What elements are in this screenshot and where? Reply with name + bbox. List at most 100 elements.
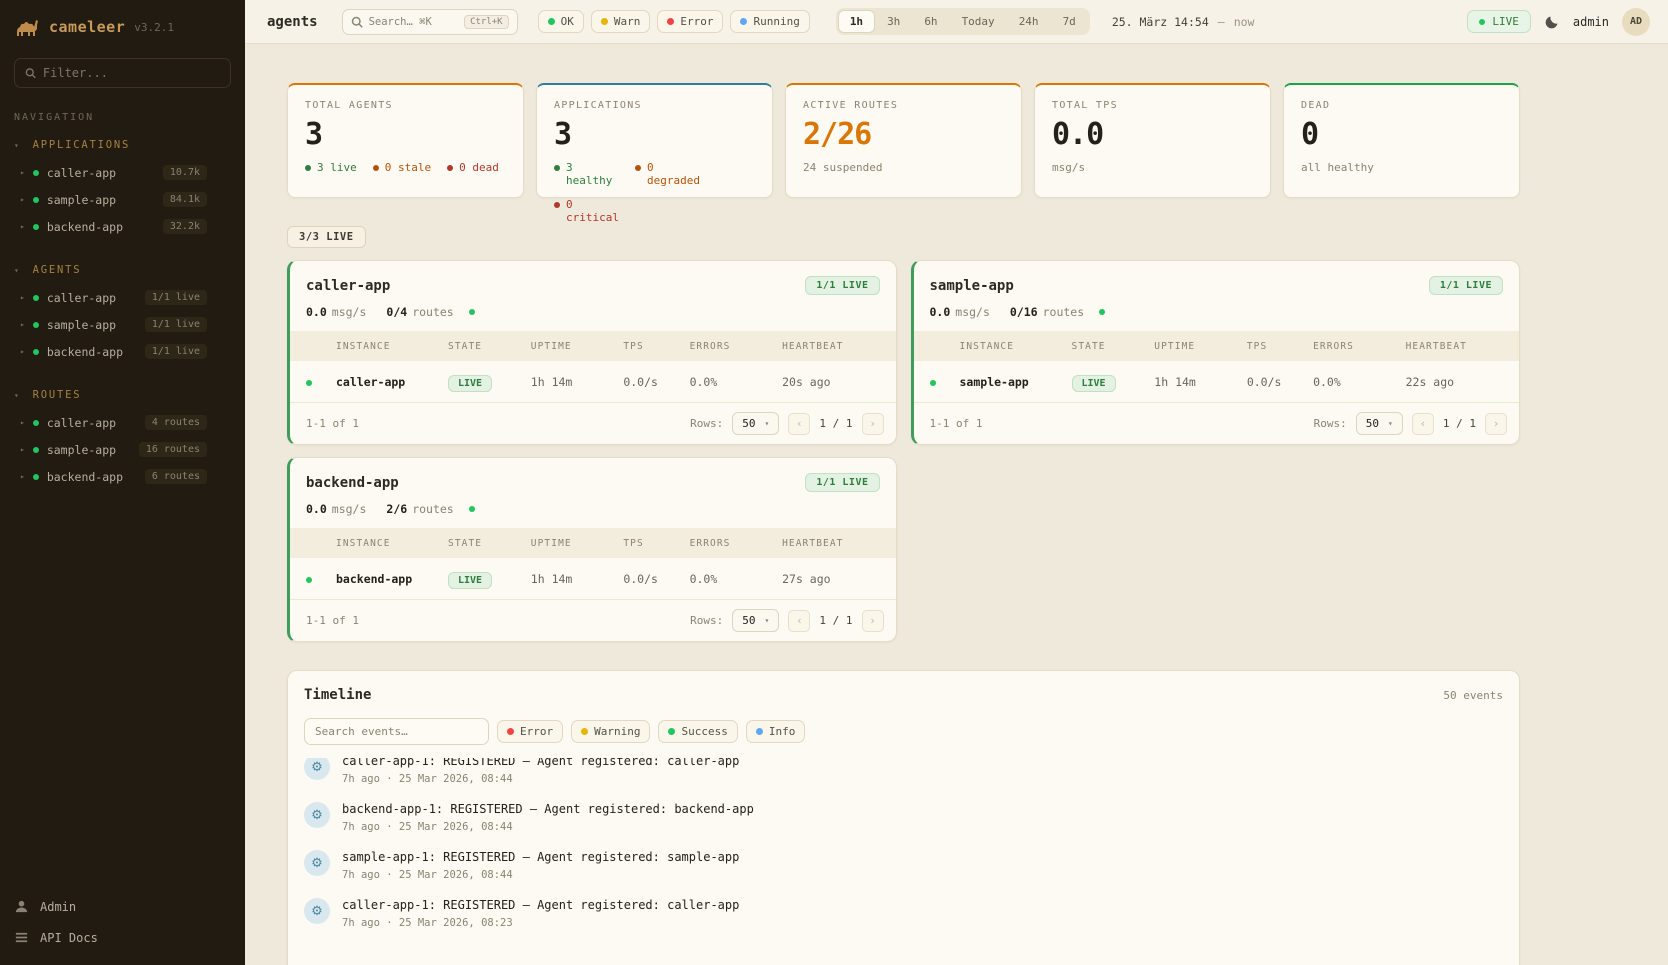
page-indicator: 1 / 1 [1443, 417, 1476, 430]
sidebar-item-app-caller-app[interactable]: ▸ caller-app 10.7k [0, 159, 245, 186]
content: TOTAL AGENTS 3 3 live 0 stale 0 dead APP… [245, 44, 1668, 965]
app-card-backend-app: backend-app 1/1 LIVE 0.0msg/s 2/6routes … [287, 457, 897, 642]
sidebar-item-badge: 6 routes [145, 469, 207, 484]
timeline-event[interactable]: ⚙ caller-app-1: REGISTERED — Agent regis… [304, 758, 1503, 794]
filter-chip-warn[interactable]: Warn [591, 10, 651, 33]
timeline-events[interactable]: ⚙ caller-app-1: REGISTERED — Agent regis… [304, 758, 1503, 965]
moon-icon [1544, 14, 1560, 30]
sidebar-item-agent-sample-app[interactable]: ▸ sample-app 1/1 live [0, 311, 245, 338]
stat-card-applications: APPLICATIONS 3 3 healthy 0 degraded 0 cr… [536, 83, 773, 198]
timeline-event[interactable]: ⚙ sample-app-1: REGISTERED — Agent regis… [304, 842, 1503, 890]
chevron-right-icon: ▸ [20, 472, 25, 481]
timeline-event[interactable]: ⚙ caller-app-1: REGISTERED — Agent regis… [304, 890, 1503, 938]
nav-section-agents: ▾ AGENTS ▸ caller-app 1/1 live ▸ sample-… [0, 260, 245, 365]
sidebar-item-routes-caller-app[interactable]: ▸ caller-app 4 routes [0, 409, 245, 436]
stat-label: TOTAL AGENTS [305, 100, 506, 111]
range-button-7d[interactable]: 7d [1051, 10, 1088, 33]
sidebar-filter [14, 58, 231, 88]
table-header: INSTANCE STATE UPTIME TPS ERRORS HEARTBE… [290, 528, 896, 558]
timeline-chip-info[interactable]: Info [746, 720, 806, 743]
section-header-applications[interactable]: ▾ APPLICATIONS [0, 135, 245, 159]
timeline-chip-error[interactable]: Error [497, 720, 563, 743]
sidebar-footer: Admin API Docs [0, 883, 245, 965]
rows-per-page-select[interactable]: 50▾ [732, 412, 779, 435]
prev-page-button[interactable]: ‹ [788, 413, 810, 435]
table-row[interactable]: backend-app LIVE 1h 14m 0.0/s 0.0% 27s a… [290, 558, 896, 599]
next-page-button[interactable]: › [1485, 413, 1507, 435]
timeline-chip-warning[interactable]: Warning [571, 720, 650, 743]
timeline-event[interactable]: ⚙ backend-app-1: REGISTERED — Agent regi… [304, 794, 1503, 842]
chevron-right-icon: ▸ [20, 293, 25, 302]
stat-value: 0 [1301, 117, 1502, 152]
rows-per-page-select[interactable]: 50▾ [732, 609, 779, 632]
sidebar-item-api-docs[interactable]: API Docs [14, 930, 231, 945]
range-button-today[interactable]: Today [950, 10, 1007, 33]
sidebar-item-routes-backend-app[interactable]: ▸ backend-app 6 routes [0, 463, 245, 490]
sidebar-item-agent-backend-app[interactable]: ▸ backend-app 1/1 live [0, 338, 245, 365]
next-page-button[interactable]: › [862, 610, 884, 632]
errors-cell: 0.0% [690, 375, 783, 389]
sidebar-item-badge: 1/1 live [145, 290, 207, 305]
avatar[interactable]: AD [1622, 8, 1650, 36]
timeline-search-input[interactable] [304, 718, 489, 745]
event-meta: 7h ago · 25 Mar 2026, 08:44 [342, 773, 739, 785]
range-button-6h[interactable]: 6h [912, 10, 949, 33]
table-row[interactable]: sample-app LIVE 1h 14m 0.0/s 0.0% 22s ag… [914, 361, 1520, 402]
event-meta: 7h ago · 25 Mar 2026, 08:44 [342, 869, 739, 881]
sidebar-item-label: backend-app [47, 470, 123, 484]
section-header-agents[interactable]: ▾ AGENTS [0, 260, 245, 284]
range-button-1h[interactable]: 1h [838, 10, 875, 33]
sidebar-item-app-sample-app[interactable]: ▸ sample-app 84.1k [0, 186, 245, 213]
timeline-event-count: 50 events [1443, 689, 1503, 702]
timeline-chip-success[interactable]: Success [658, 720, 737, 743]
status-dot [33, 224, 39, 230]
chevron-right-icon: ▸ [20, 168, 25, 177]
instance-status-dot [306, 380, 312, 386]
healthy-dot [554, 165, 560, 171]
state-badge: LIVE [448, 375, 492, 392]
filter-chip-error[interactable]: Error [657, 10, 723, 33]
prev-page-button[interactable]: ‹ [788, 610, 810, 632]
range-button-3h[interactable]: 3h [875, 10, 912, 33]
nav-section-routes: ▾ ROUTES ▸ caller-app 4 routes ▸ sample-… [0, 385, 245, 490]
table-header: INSTANCE STATE UPTIME TPS ERRORS HEARTBE… [914, 331, 1520, 361]
sidebar-item-badge: 4 routes [145, 415, 207, 430]
tps-cell: 0.0/s [1247, 375, 1313, 389]
chevron-down-icon: ▾ [765, 419, 770, 428]
table-footer: 1-1 of 1 Rows: 50▾ ‹ 1 / 1 › [914, 402, 1520, 444]
chevron-down-icon: ▾ [1388, 419, 1393, 428]
sidebar-filter-input[interactable] [43, 66, 220, 80]
next-page-button[interactable]: › [862, 413, 884, 435]
section-header-routes[interactable]: ▾ ROUTES [0, 385, 245, 409]
stat-label: TOTAL TPS [1052, 100, 1253, 111]
table-row[interactable]: caller-app LIVE 1h 14m 0.0/s 0.0% 20s ag… [290, 361, 896, 402]
user-name: admin [1573, 15, 1609, 29]
app-root: cameleer v3.2.1 NAVIGATION ▾ APPLICATION… [0, 0, 1668, 965]
status-dot [33, 322, 39, 328]
filter-chip-running[interactable]: Running [730, 10, 809, 33]
rows-per-page-select[interactable]: 50▾ [1356, 412, 1403, 435]
section-title-label: AGENTS [33, 264, 82, 276]
stat-card-active-routes: ACTIVE ROUTES 2/26 24 suspended [785, 83, 1022, 198]
logo[interactable]: cameleer v3.2.1 [0, 0, 245, 58]
sidebar-item-routes-sample-app[interactable]: ▸ sample-app 16 routes [0, 436, 245, 463]
stat-card-total-agents: TOTAL AGENTS 3 3 live 0 stale 0 dead [287, 83, 524, 198]
range-button-24h[interactable]: 24h [1007, 10, 1051, 33]
instance-name: caller-app [336, 375, 448, 389]
global-search-input[interactable] [369, 16, 455, 28]
filter-chip-ok[interactable]: OK [538, 10, 584, 33]
app-stats: 0.0msg/s 0/16routes [914, 303, 1520, 331]
stat-value: 3 [554, 117, 755, 152]
stat-value: 2/26 [803, 117, 1004, 152]
sidebar-item-admin[interactable]: Admin [14, 899, 231, 914]
stat-card-dead: DEAD 0 all healthy [1283, 83, 1520, 198]
live-dot [305, 165, 311, 171]
table-footer: 1-1 of 1 Rows: 50▾ ‹ 1 / 1 › [290, 599, 896, 641]
sidebar-item-app-backend-app[interactable]: ▸ backend-app 32.2k [0, 213, 245, 240]
stat-details: 3 live 0 stale 0 dead [305, 161, 506, 174]
prev-page-button[interactable]: ‹ [1412, 413, 1434, 435]
sidebar-item-agent-caller-app[interactable]: ▸ caller-app 1/1 live [0, 284, 245, 311]
chevron-right-icon: ▸ [20, 347, 25, 356]
instance-status-dot [306, 577, 312, 583]
theme-toggle[interactable] [1544, 14, 1560, 30]
